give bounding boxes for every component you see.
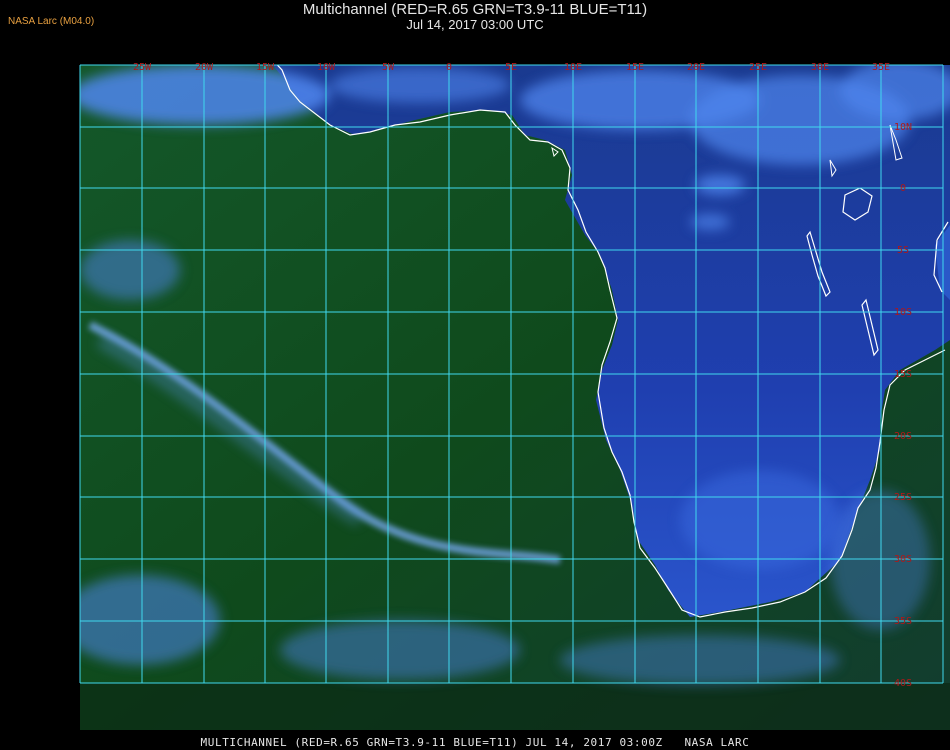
latitude-label: 10S <box>894 307 912 318</box>
latitude-label: 25S <box>894 492 912 503</box>
longitude-label: 25W <box>133 62 152 73</box>
longitude-label: 5W <box>382 62 395 73</box>
longitude-label: 10E <box>564 62 582 73</box>
latitude-label: 10N <box>894 122 912 133</box>
longitude-label: 25E <box>749 62 767 73</box>
longitude-label: 5E <box>505 62 517 73</box>
satellite-map: 25W 20W 15W 10W 5W 0 5E 10E 15E 20E 25E 30E 35E 10N 0 5… <box>79 62 950 730</box>
latitude-label: 40S <box>894 678 912 689</box>
latitude-label: 20S <box>894 431 912 442</box>
longitude-label: 20E <box>687 62 705 73</box>
longitude-label: 30E <box>811 62 829 73</box>
longitude-label: 10W <box>317 62 336 73</box>
longitude-label: 15W <box>256 62 275 73</box>
longitude-label: 35E <box>872 62 890 73</box>
latitude-label: 35S <box>894 616 912 627</box>
footer-caption: MULTICHANNEL (RED=R.65 GRN=T3.9-11 BLUE=… <box>200 736 750 749</box>
longitude-label: 20W <box>195 62 214 73</box>
latitude-label: 0 <box>900 183 906 194</box>
imagery-layer <box>80 65 950 730</box>
latitude-label: 5S <box>897 245 909 256</box>
latitude-label: 30S <box>894 554 912 565</box>
longitude-label: 15E <box>626 62 644 73</box>
latitude-label: 15S <box>894 369 912 380</box>
longitude-label: 0 <box>446 62 452 73</box>
